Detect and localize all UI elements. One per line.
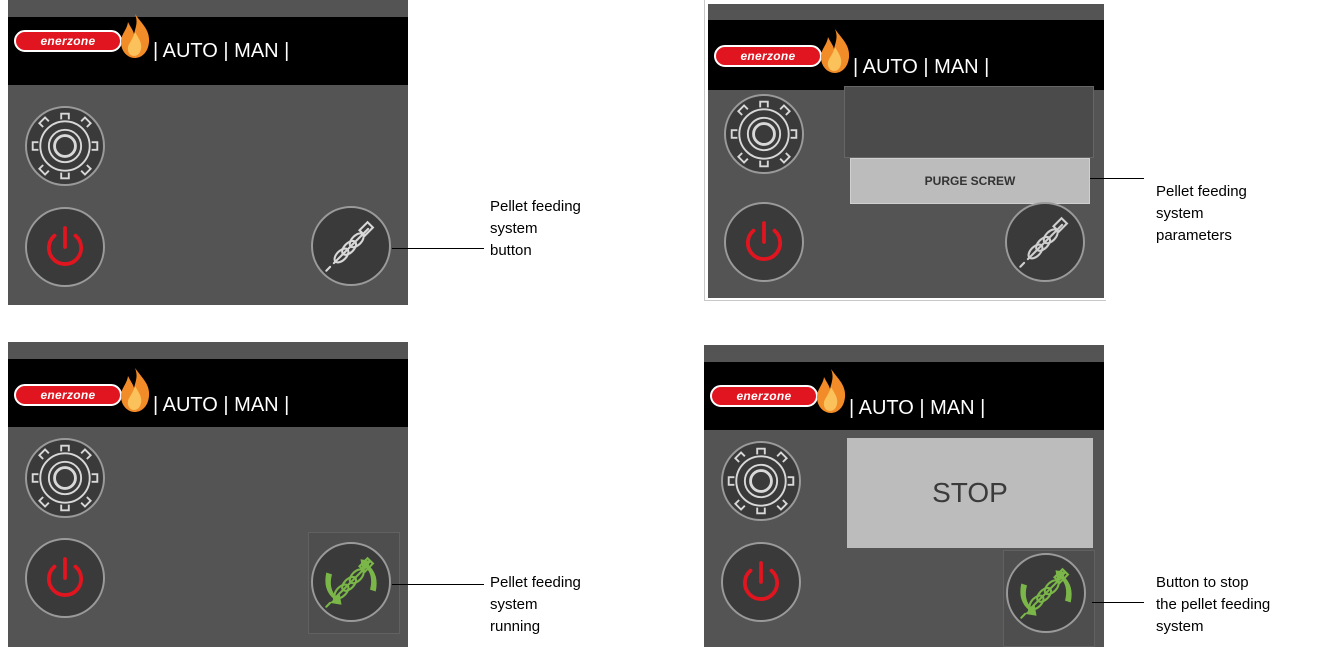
top-strip [8, 342, 408, 359]
power-icon [27, 209, 103, 285]
logo-text: enerzone [740, 49, 796, 63]
callout-line-2: the pellet feeding [1156, 596, 1271, 613]
auger-screw-running-icon [1008, 555, 1084, 631]
panel-pellet-running: enerzone | AUTO | MAN | [8, 342, 408, 647]
auger-screw-running-icon [313, 544, 389, 620]
power-icon [723, 544, 799, 620]
pellet-feeding-button[interactable] [311, 206, 391, 286]
panel-pellet-button: enerzone | AUTO | MAN | [8, 0, 408, 305]
callout-pellet-button: Pellet feeding system button [490, 196, 581, 262]
auger-screw-icon [313, 208, 389, 284]
grid-edge [704, 300, 1106, 301]
logo-text: enerzone [40, 34, 96, 48]
callout-line-1: Button to stop [1156, 574, 1249, 591]
callout-line-3: button [490, 242, 532, 259]
mode-tabs[interactable]: | AUTO | MAN | [849, 397, 985, 420]
power-button[interactable] [724, 202, 804, 282]
enerzone-logo: enerzone [14, 30, 122, 52]
callout-line-3: system [1156, 618, 1204, 635]
gear-icon [27, 440, 103, 516]
flame-icon [121, 14, 150, 58]
callout-line-2: system [490, 220, 538, 237]
power-icon [726, 204, 802, 280]
logo-text: enerzone [40, 388, 96, 402]
callout-line-2: system [490, 596, 538, 613]
mode-tabs[interactable]: | AUTO | MAN | [853, 56, 989, 79]
top-strip [8, 0, 408, 17]
power-icon [27, 540, 103, 616]
mode-tabs[interactable]: | AUTO | MAN | [153, 394, 289, 417]
top-strip [708, 4, 1104, 20]
settings-button[interactable] [721, 441, 801, 521]
parameter-display [844, 86, 1094, 158]
flame-icon [817, 369, 846, 413]
callout-pellet-parameters: Pellet feeding system parameters [1156, 181, 1247, 247]
power-button[interactable] [721, 542, 801, 622]
enerzone-logo: enerzone [14, 384, 122, 406]
purge-screw-button[interactable]: PURGE SCREW [850, 158, 1090, 204]
gear-icon [27, 108, 103, 184]
callout-line-3: running [490, 618, 541, 635]
power-button[interactable] [25, 538, 105, 618]
gear-icon [726, 96, 802, 172]
pellet-feeding-stop-button[interactable] [1006, 553, 1086, 633]
flame-icon [121, 368, 150, 412]
flame-icon [821, 29, 850, 73]
logo-text: enerzone [736, 389, 792, 403]
enerzone-logo: enerzone [710, 385, 818, 407]
callout-line-1: Pellet feeding [490, 574, 581, 591]
callout-line [392, 584, 484, 585]
settings-button[interactable] [25, 106, 105, 186]
grid-edge [704, 0, 705, 300]
callout-line [392, 248, 484, 249]
callout-line [1092, 602, 1144, 603]
callout-pellet-stop: Button to stop the pellet feeding system [1156, 572, 1270, 638]
top-strip [704, 345, 1104, 362]
callout-line-1: Pellet feeding [490, 198, 581, 215]
pellet-feeding-button[interactable] [1005, 202, 1085, 282]
pellet-feeding-running-button[interactable] [311, 542, 391, 622]
callout-line-1: Pellet feeding [1156, 183, 1247, 200]
callout-line [1090, 178, 1144, 179]
auger-screw-icon [1007, 204, 1083, 280]
mode-tabs[interactable]: | AUTO | MAN | [153, 40, 289, 63]
settings-button[interactable] [724, 94, 804, 174]
gear-icon [723, 443, 799, 519]
settings-button[interactable] [25, 438, 105, 518]
enerzone-logo: enerzone [714, 45, 822, 67]
panel-pellet-stop: enerzone | AUTO | MAN | STOP [704, 345, 1104, 647]
callout-line-2: system [1156, 205, 1204, 222]
power-button[interactable] [25, 207, 105, 287]
callout-line-3: parameters [1156, 227, 1232, 244]
callout-pellet-running: Pellet feeding system running [490, 572, 581, 638]
stop-button[interactable]: STOP [847, 438, 1093, 548]
panel-pellet-parameters: enerzone | AUTO | MAN | PURGE SCREW [708, 4, 1104, 298]
